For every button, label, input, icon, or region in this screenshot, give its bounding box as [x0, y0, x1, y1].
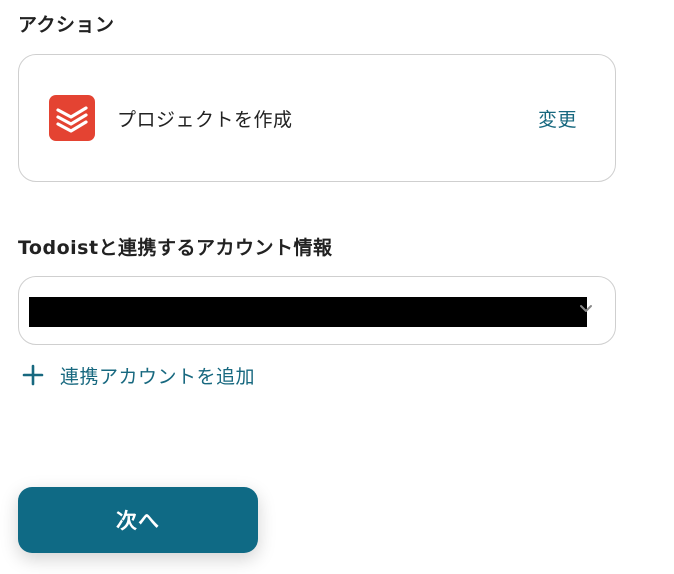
action-section-label: アクション	[18, 14, 115, 36]
add-account-link[interactable]: 連携アカウントを追加	[22, 360, 255, 390]
change-action-link[interactable]: 変更	[538, 105, 577, 132]
account-select[interactable]	[18, 276, 616, 345]
chevron-down-icon	[580, 305, 592, 312]
plus-icon	[22, 364, 44, 386]
add-account-label: 連携アカウントを追加	[60, 365, 256, 388]
action-settings-page: アクション プロジェクトを作成 変更 Todoistと連携するアカウント情報 連…	[0, 0, 674, 574]
redacted-account-value	[29, 297, 587, 327]
account-section-label: Todoistと連携するアカウント情報	[18, 237, 333, 259]
todoist-icon	[49, 95, 95, 141]
next-button[interactable]: 次へ	[18, 487, 258, 553]
action-title: プロジェクトを作成	[117, 109, 293, 131]
action-card: プロジェクトを作成 変更	[18, 54, 616, 182]
